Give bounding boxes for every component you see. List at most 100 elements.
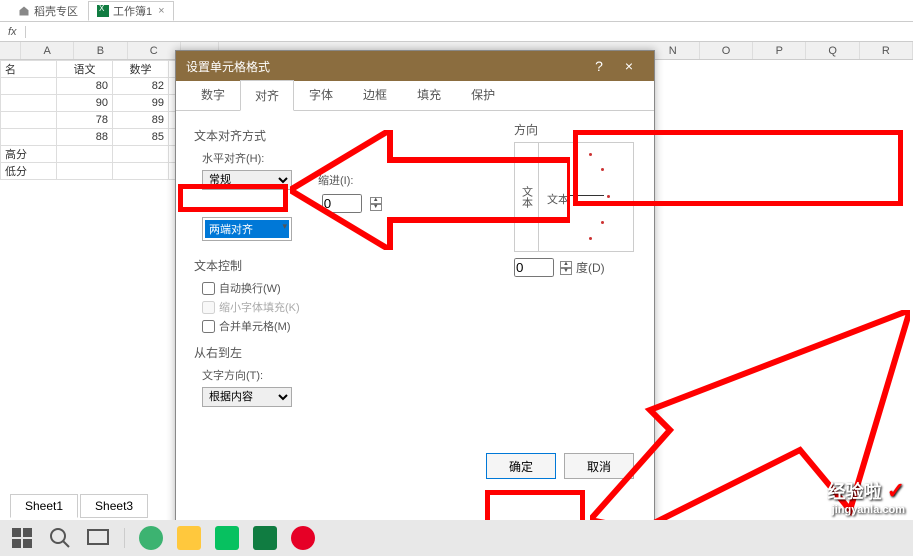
dialog-body: 文本对齐方式 水平对齐(H): 常规 缩进(I): 垂直对齐(V): ▲ ▼: [176, 111, 654, 491]
tab-label: 工作簿1: [113, 3, 152, 19]
cell[interactable]: [1, 95, 57, 112]
cell[interactable]: 89: [113, 112, 169, 129]
cancel-button[interactable]: 取消: [564, 453, 634, 479]
col-header[interactable]: O: [700, 42, 753, 59]
cell[interactable]: 85: [113, 129, 169, 146]
dialog-tabs: 数字 对齐 字体 边框 填充 保护: [176, 81, 654, 111]
tab-number[interactable]: 数字: [186, 79, 240, 110]
degree-label: 度(D): [576, 259, 605, 276]
merge-checkbox-row[interactable]: 合并单元格(M): [202, 318, 636, 334]
merge-checkbox[interactable]: [202, 320, 215, 333]
orientation-section: 方向 文本 文本 ▲ ▼: [514, 121, 634, 277]
col-header[interactable]: R: [860, 42, 913, 59]
cell[interactable]: 语文: [57, 61, 113, 78]
fx-label[interactable]: fx: [0, 26, 26, 38]
ok-button[interactable]: 确定: [486, 453, 556, 479]
tab-templates[interactable]: 稻壳专区: [10, 1, 86, 21]
cell[interactable]: 90: [57, 95, 113, 112]
direction-label: 方向: [514, 121, 634, 138]
col-header[interactable]: B: [74, 42, 127, 59]
col-header[interactable]: Q: [806, 42, 859, 59]
degree-spinner[interactable]: ▲ ▼: [560, 261, 572, 275]
select-all-corner[interactable]: [0, 42, 21, 59]
indent-input[interactable]: [322, 194, 362, 213]
vertical-text-button[interactable]: 文本: [515, 143, 539, 251]
spinner-down-icon[interactable]: ▼: [370, 204, 382, 211]
excel-icon[interactable]: [253, 526, 277, 550]
cell[interactable]: 88: [57, 129, 113, 146]
home-icon: [18, 5, 30, 17]
rotation-dot: [589, 237, 592, 240]
tab-alignment[interactable]: 对齐: [240, 80, 294, 111]
indent-spinner[interactable]: ▲ ▼: [370, 197, 382, 211]
formula-input[interactable]: [26, 24, 913, 40]
chevron-down-icon: ▾: [282, 221, 287, 232]
close-button[interactable]: ×: [614, 58, 644, 74]
cell[interactable]: 82: [113, 78, 169, 95]
watermark-url: jingyanla.com: [828, 504, 905, 516]
indent-label: 缩进(I):: [318, 172, 353, 188]
dialog-titlebar[interactable]: 设置单元格格式 ? ×: [176, 51, 654, 81]
sheet-tab[interactable]: Sheet1: [10, 494, 78, 518]
cell[interactable]: [1, 112, 57, 129]
start-icon[interactable]: [10, 526, 34, 550]
col-header[interactable]: A: [21, 42, 74, 59]
col-header[interactable]: P: [753, 42, 806, 59]
shrink-checkbox-row: 缩小字体填充(K): [202, 299, 636, 315]
wechat-icon[interactable]: [215, 526, 239, 550]
tab-font[interactable]: 字体: [294, 79, 348, 110]
spinner-up-icon[interactable]: ▲: [370, 197, 382, 204]
cell[interactable]: [113, 163, 169, 180]
spinner-up-icon[interactable]: ▲: [560, 261, 572, 268]
tab-workbook[interactable]: 工作簿1 ×: [88, 1, 174, 21]
cell[interactable]: [1, 78, 57, 95]
rotation-dial[interactable]: 文本: [539, 143, 633, 251]
wrap-label: 自动换行(W): [219, 280, 281, 296]
dialog-title: 设置单元格格式: [186, 58, 270, 75]
cell[interactable]: 99: [113, 95, 169, 112]
rotation-dot: [601, 168, 604, 171]
col-header[interactable]: C: [128, 42, 181, 59]
h-align-label: 水平对齐(H):: [202, 150, 264, 166]
sheet-tab[interactable]: Sheet3: [80, 494, 148, 518]
cell[interactable]: [57, 163, 113, 180]
netease-icon[interactable]: [291, 526, 315, 550]
v-align-value: 两端对齐: [205, 220, 289, 238]
shrink-checkbox: [202, 301, 215, 314]
degree-input[interactable]: [514, 258, 554, 277]
excel-icon: [97, 5, 109, 17]
cell[interactable]: 数学: [113, 61, 169, 78]
spinner-down-icon[interactable]: ▼: [560, 268, 572, 275]
cell[interactable]: 78: [57, 112, 113, 129]
h-align-select[interactable]: 常规: [202, 170, 292, 190]
v-align-select[interactable]: 两端对齐 ▾: [202, 217, 292, 241]
help-button[interactable]: ?: [584, 58, 614, 74]
orientation-box[interactable]: 文本 文本: [514, 142, 634, 252]
cell[interactable]: 名: [1, 61, 57, 78]
wrap-checkbox[interactable]: [202, 282, 215, 295]
tab-fill[interactable]: 填充: [402, 79, 456, 110]
formula-bar: fx: [0, 22, 913, 42]
cell[interactable]: 高分: [1, 146, 57, 163]
cell[interactable]: 低分: [1, 163, 57, 180]
rotation-dot: [607, 195, 610, 198]
search-icon[interactable]: [48, 526, 72, 550]
cell[interactable]: [1, 129, 57, 146]
cell[interactable]: [57, 146, 113, 163]
task-view-icon[interactable]: [86, 526, 110, 550]
cell[interactable]: 80: [57, 78, 113, 95]
tab-border[interactable]: 边框: [348, 79, 402, 110]
sheet-tabs: Sheet1 Sheet3: [10, 494, 148, 518]
edge-icon[interactable]: [139, 526, 163, 550]
watermark: 经验啦 ✓ jingyanla.com: [828, 478, 905, 516]
watermark-text: 经验啦: [828, 482, 882, 502]
explorer-icon[interactable]: [177, 526, 201, 550]
close-icon[interactable]: ×: [158, 5, 164, 17]
shrink-label: 缩小字体填充(K): [219, 299, 300, 315]
document-tabs: 稻壳专区 工作簿1 ×: [0, 0, 913, 22]
tab-protection[interactable]: 保护: [456, 79, 510, 110]
text-dir-select[interactable]: 根据内容: [202, 387, 292, 407]
wrap-checkbox-row[interactable]: 自动换行(W): [202, 280, 636, 296]
cell[interactable]: [113, 146, 169, 163]
check-icon: ✓: [887, 478, 905, 503]
